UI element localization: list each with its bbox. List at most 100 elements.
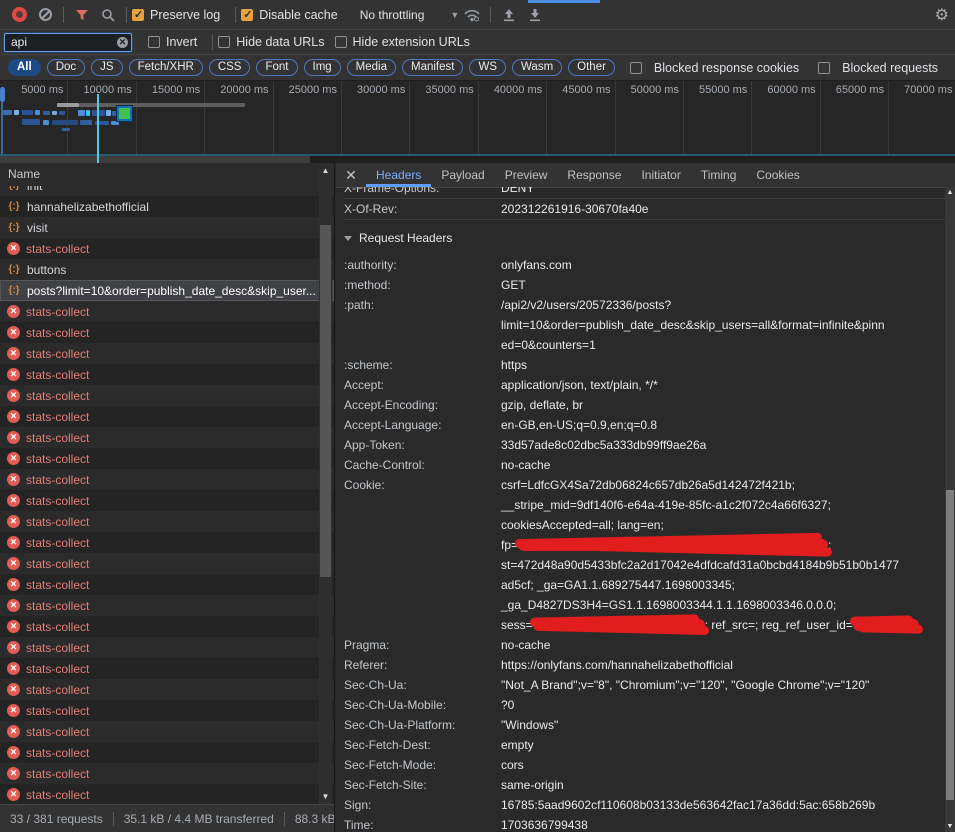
request-row[interactable]: ✕stats-collect [0,364,334,385]
request-row[interactable]: ✕stats-collect [0,595,334,616]
filter-pill-doc[interactable]: Doc [47,59,85,76]
tab-timing[interactable]: Timing [691,163,747,187]
scroll-down-icon[interactable]: ▼ [945,823,955,830]
filter-pill-js[interactable]: JS [91,59,122,76]
name-column-header[interactable]: Name [0,163,334,187]
filter-toggle-button[interactable] [69,3,95,27]
close-icon[interactable]: ✕ [336,167,366,184]
filter-pill-media[interactable]: Media [347,59,396,76]
filter-pill-ws[interactable]: WS [469,59,506,76]
import-har-button[interactable] [496,3,522,27]
filter-pill-other[interactable]: Other [568,59,615,76]
filter-pill-all[interactable]: All [8,59,41,76]
scrollbar-thumb[interactable] [320,225,331,577]
request-row[interactable]: ✕stats-collect [0,322,334,343]
clear-icon [39,8,52,21]
scrollbar-thumb[interactable] [946,490,954,800]
filter-pill-wasm[interactable]: Wasm [512,59,562,76]
tab-response[interactable]: Response [557,163,631,187]
throttling-select[interactable]: No throttling [360,8,425,22]
request-row[interactable]: ✕stats-collect [0,700,334,721]
request-row[interactable]: ✕stats-collect [0,385,334,406]
error-icon: ✕ [7,347,20,360]
detail-scrollbar[interactable]: ▲ ▼ [945,187,955,832]
scroll-up-icon[interactable]: ▲ [319,166,332,175]
hide-data-urls-checkbox[interactable] [218,36,230,48]
header-value: no-cache [501,455,550,475]
request-row[interactable]: ✕stats-collect [0,301,334,322]
request-header-row: Accept-Encoding:gzip, deflate, br [344,395,945,415]
request-row[interactable]: {:}buttons [0,259,334,280]
filter-pill-font[interactable]: Font [256,59,297,76]
error-icon: ✕ [7,326,20,339]
disable-cache-checkbox[interactable] [241,9,253,21]
request-row[interactable]: ✕stats-collect [0,616,334,637]
request-header-row: Cookie:csrf=LdfcGX4Sa72db06824c657db26a5… [344,475,945,635]
request-header-row: Time:1703636799438 [344,815,945,832]
preserve-log-checkbox[interactable] [132,9,144,21]
clear-filter-icon[interactable]: ✕ [117,37,128,48]
request-row[interactable]: {:}hannahelizabethofficial [0,196,334,217]
record-button[interactable] [6,3,32,27]
network-overview-timeline[interactable]: 5000 ms10000 ms15000 ms20000 ms25000 ms3… [0,81,955,163]
request-row[interactable]: ✕stats-collect [0,469,334,490]
request-row[interactable]: ✕stats-collect [0,784,334,804]
filter-pill-fetch-xhr[interactable]: Fetch/XHR [129,59,203,76]
request-name: stats-collect [26,410,89,424]
overview-drag-handle[interactable] [0,87,5,102]
tab-preview[interactable]: Preview [495,163,558,187]
request-row[interactable]: ✕stats-collect [0,238,334,259]
request-headers-section[interactable]: Request Headers [344,227,945,249]
request-row[interactable]: ✕ stats-collect [0,553,334,574]
request-row[interactable]: ✕stats-collect [0,406,334,427]
scroll-up-icon[interactable]: ▲ [945,189,955,196]
network-conditions-button[interactable] [459,3,485,27]
request-row[interactable]: ✕stats-collect [0,532,334,553]
error-icon: ✕ [7,557,20,570]
request-row[interactable]: ✕stats-collect [0,427,334,448]
request-name: stats-collect [26,452,89,466]
tab-cookies[interactable]: Cookies [746,163,809,187]
request-header-row: Sec-Ch-Ua-Mobile:?0 [344,695,945,715]
request-row[interactable]: {:}init [0,186,334,196]
request-row[interactable]: ✕stats-collect [0,679,334,700]
request-row[interactable]: ✕stats-collect [0,343,334,364]
search-button[interactable] [95,3,121,27]
tab-headers[interactable]: Headers [366,163,431,187]
overview-scrollbar-thumb[interactable] [0,156,310,163]
clear-button[interactable] [32,3,58,27]
invert-checkbox[interactable] [148,36,160,48]
request-name: stats-collect [26,557,89,571]
request-row[interactable]: {:}visit [0,217,334,238]
filter-pill-css[interactable]: CSS [209,59,251,76]
request-list-scrollbar[interactable]: ▲ ▼ [319,163,332,804]
export-har-button[interactable] [522,3,548,27]
request-header-row: App-Token:33d57ade8c02dbc5a333db99ff9ae2… [344,435,945,455]
request-row[interactable]: ✕stats-collect [0,721,334,742]
request-row[interactable]: ✕stats-collect [0,574,334,595]
filter-input[interactable] [4,33,132,52]
request-row[interactable]: ✕stats-collect [0,658,334,679]
request-row[interactable]: ✕stats-collect [0,637,334,658]
request-row[interactable]: ✕stats-collect [0,763,334,784]
header-value: "Windows" [501,715,558,735]
error-icon: ✕ [7,389,20,402]
checkbox[interactable] [630,62,642,74]
request-row[interactable]: {:}posts?limit=10&order=publish_date_des… [0,280,334,301]
settings-gear-button[interactable]: ⚙ [935,5,949,25]
scroll-down-icon[interactable]: ▼ [319,792,332,801]
tab-payload[interactable]: Payload [431,163,494,187]
request-row[interactable]: ✕stats-collect [0,511,334,532]
hide-extension-urls-checkbox[interactable] [335,36,347,48]
error-icon: ✕ [7,620,20,633]
request-row[interactable]: ✕stats-collect [0,448,334,469]
chevron-down-icon[interactable]: ▼ [450,10,459,20]
overview-scrollbar[interactable] [0,156,955,163]
header-value: https://onlyfans.com/hannahelizabethoffi… [501,655,733,675]
checkbox[interactable] [818,62,830,74]
filter-pill-manifest[interactable]: Manifest [402,59,463,76]
request-row[interactable]: ✕stats-collect [0,742,334,763]
tab-initiator[interactable]: Initiator [631,163,690,187]
filter-pill-img[interactable]: Img [304,59,341,76]
request-row[interactable]: ✕stats-collect [0,490,334,511]
